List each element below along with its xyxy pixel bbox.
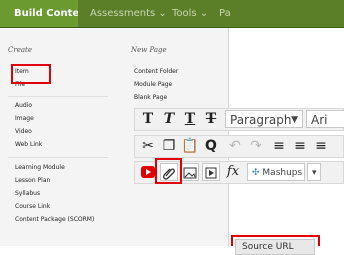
align-right-icon[interactable]: ≡: [312, 137, 330, 155]
mashups-dropdown[interactable]: ▾: [307, 163, 321, 181]
tab-assessments[interactable]: Assessments ⌄: [80, 0, 166, 27]
mashups-button[interactable]: ✣ Mashups: [247, 163, 305, 181]
toolbar-row-1: T T T T Paragraph ▼ Ari: [134, 108, 344, 131]
undo-icon[interactable]: ↶: [226, 137, 244, 155]
menu-item-syllabus[interactable]: Syllabus: [15, 190, 40, 197]
menu-item-image[interactable]: Image: [15, 115, 34, 122]
copy-icon[interactable]: ❐: [160, 137, 178, 155]
italic-icon[interactable]: T: [160, 110, 178, 128]
menu-divider: [8, 157, 108, 158]
menu-item-content-folder[interactable]: Content Folder: [134, 68, 178, 75]
highlight-source-url: [231, 235, 320, 246]
menu-item-web-link[interactable]: Web Link: [15, 141, 42, 148]
find-icon[interactable]: Q: [202, 137, 220, 155]
align-left-icon[interactable]: ≡: [270, 137, 288, 155]
new-page-heading: New Page: [131, 46, 167, 54]
paste-icon[interactable]: 📋: [181, 137, 199, 155]
tab-partial[interactable]: Pa: [219, 0, 233, 27]
menu-item-video[interactable]: Video: [15, 128, 32, 135]
paragraph-select-label: Paragraph: [230, 113, 292, 127]
menu-divider: [8, 96, 108, 97]
cut-icon[interactable]: ✂: [139, 137, 157, 155]
menu-item-audio[interactable]: Audio: [15, 102, 32, 109]
mashups-label: Mashups: [262, 168, 303, 178]
menu-item-content-package[interactable]: Content Package (SCORM): [15, 216, 94, 223]
underline-icon[interactable]: T: [181, 110, 199, 128]
bold-icon[interactable]: T: [139, 110, 157, 128]
highlight-attach-file: [155, 158, 182, 184]
toolbar-row-2: ✂ ❐ 📋 Q ↶ ↷ ≡ ≡ ≡: [134, 135, 344, 158]
tab-tools[interactable]: Tools ⌄: [172, 0, 210, 27]
chevron-down-icon: ▾: [312, 168, 317, 178]
create-heading: Create: [8, 46, 32, 54]
font-family-select[interactable]: Ari: [306, 110, 344, 128]
formula-icon[interactable]: fx: [224, 163, 242, 181]
menu-item-blank-page[interactable]: Blank Page: [134, 94, 167, 101]
paragraph-select[interactable]: Paragraph ▼: [225, 110, 303, 128]
menu-item-lesson-plan[interactable]: Lesson Plan: [15, 177, 50, 184]
tab-build-content[interactable]: Build Content ⌄: [0, 0, 78, 27]
chevron-down-icon: ▼: [291, 115, 298, 125]
highlight-item: [11, 64, 51, 84]
menu-item-learning-module[interactable]: Learning Module: [15, 164, 65, 171]
strikethrough-icon[interactable]: T: [202, 110, 220, 128]
top-navigation: Build Content ⌄ Assessments ⌄ Tools ⌄ Pa: [0, 0, 344, 28]
align-center-icon[interactable]: ≡: [291, 137, 309, 155]
menu-item-course-link[interactable]: Course Link: [15, 203, 50, 210]
insert-image-icon[interactable]: [181, 163, 199, 181]
menu-item-module-page[interactable]: Module Page: [134, 81, 172, 88]
mashups-icon: ✣: [252, 168, 260, 178]
redo-icon[interactable]: ↷: [247, 137, 265, 155]
insert-media-icon[interactable]: [202, 163, 220, 181]
